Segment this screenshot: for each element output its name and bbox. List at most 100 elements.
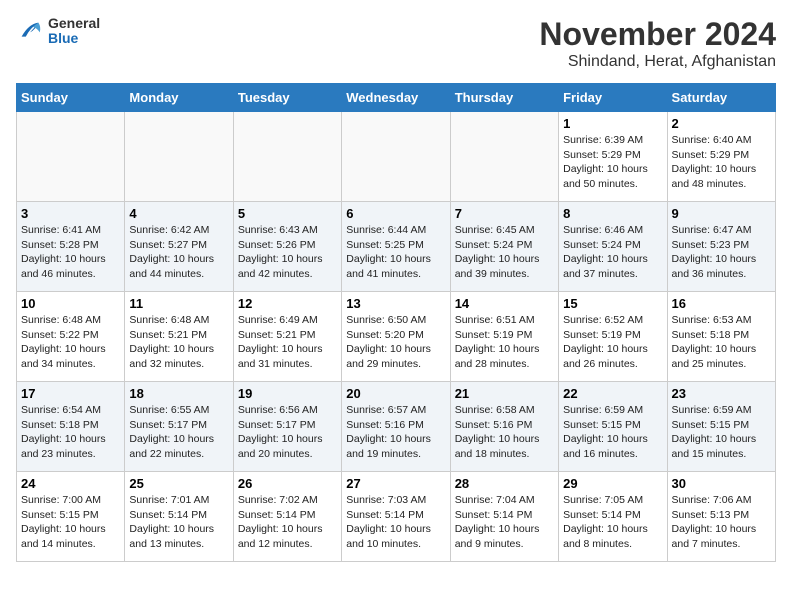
calendar-cell: 8Sunrise: 6:46 AM Sunset: 5:24 PM Daylig…	[559, 202, 667, 292]
calendar-cell: 26 Sunrise: 7:02 AM Sunset: 5:14 PM Dayli…	[233, 472, 341, 562]
calendar-cell: 9 Sunrise: 6:47 AM Sunset: 5:23 PM Daylig…	[667, 202, 775, 292]
cell-info: Sunrise: 6:57 AM Sunset: 5:16 PM Dayligh…	[346, 403, 445, 462]
calendar-cell: 13 Sunrise: 6:50 AM Sunset: 5:20 PM Dayli…	[342, 292, 450, 382]
location-title: Shindand, Herat, Afghanistan	[539, 53, 776, 71]
calendar-row: 24 Sunrise: 7:00 AM Sunset: 5:15 PM Dayli…	[17, 472, 776, 562]
logo-text: General Blue	[48, 16, 100, 47]
logo-blue: Blue	[48, 31, 100, 46]
day-number: 20	[346, 386, 445, 401]
cell-info: Sunrise: 7:06 AM Sunset: 5:13 PM Dayligh…	[672, 493, 771, 552]
calendar-cell	[450, 112, 558, 202]
cell-info: Sunrise: 6:47 AM Sunset: 5:23 PM Dayligh…	[672, 223, 771, 282]
calendar-cell	[125, 112, 233, 202]
calendar-table: SundayMondayTuesdayWednesdayThursdayFrid…	[16, 83, 776, 562]
calendar-cell: 15 Sunrise: 6:52 AM Sunset: 5:19 PM Dayli…	[559, 292, 667, 382]
day-number: 21	[455, 386, 554, 401]
cell-info: Sunrise: 6:53 AM Sunset: 5:18 PM Dayligh…	[672, 313, 771, 372]
cell-info: Sunrise: 6:48 AM Sunset: 5:22 PM Dayligh…	[21, 313, 120, 372]
calendar-cell: 3Sunrise: 6:41 AM Sunset: 5:28 PM Daylig…	[17, 202, 125, 292]
cell-info: Sunrise: 7:04 AM Sunset: 5:14 PM Dayligh…	[455, 493, 554, 552]
calendar-cell: 18Sunrise: 6:55 AM Sunset: 5:17 PM Dayli…	[125, 382, 233, 472]
day-number: 7	[455, 206, 554, 221]
logo: General Blue	[16, 16, 100, 47]
weekday-header-row: SundayMondayTuesdayWednesdayThursdayFrid…	[17, 84, 776, 112]
cell-info: Sunrise: 7:00 AM Sunset: 5:15 PM Dayligh…	[21, 493, 120, 552]
calendar-cell	[233, 112, 341, 202]
calendar-cell: 30 Sunrise: 7:06 AM Sunset: 5:13 PM Dayli…	[667, 472, 775, 562]
calendar-row: 10 Sunrise: 6:48 AM Sunset: 5:22 PM Dayli…	[17, 292, 776, 382]
calendar-cell: 20 Sunrise: 6:57 AM Sunset: 5:16 PM Dayli…	[342, 382, 450, 472]
calendar-cell: 5Sunrise: 6:43 AM Sunset: 5:26 PM Daylig…	[233, 202, 341, 292]
day-number: 17	[21, 386, 120, 401]
cell-info: Sunrise: 6:52 AM Sunset: 5:19 PM Dayligh…	[563, 313, 662, 372]
cell-info: Sunrise: 7:05 AM Sunset: 5:14 PM Dayligh…	[563, 493, 662, 552]
calendar-cell: 21Sunrise: 6:58 AM Sunset: 5:16 PM Dayli…	[450, 382, 558, 472]
logo-general: General	[48, 16, 100, 31]
day-number: 11	[129, 296, 228, 311]
cell-info: Sunrise: 7:02 AM Sunset: 5:14 PM Dayligh…	[238, 493, 337, 552]
day-number: 26	[238, 476, 337, 491]
calendar-cell: 6 Sunrise: 6:44 AM Sunset: 5:25 PM Daylig…	[342, 202, 450, 292]
day-number: 27	[346, 476, 445, 491]
weekday-header: Monday	[125, 84, 233, 112]
calendar-cell: 16 Sunrise: 6:53 AM Sunset: 5:18 PM Dayli…	[667, 292, 775, 382]
cell-info: Sunrise: 6:56 AM Sunset: 5:17 PM Dayligh…	[238, 403, 337, 462]
calendar-cell: 4 Sunrise: 6:42 AM Sunset: 5:27 PM Daylig…	[125, 202, 233, 292]
calendar-cell	[17, 112, 125, 202]
calendar-cell: 14 Sunrise: 6:51 AM Sunset: 5:19 PM Dayli…	[450, 292, 558, 382]
calendar-cell	[342, 112, 450, 202]
day-number: 9	[672, 206, 771, 221]
weekday-header: Friday	[559, 84, 667, 112]
calendar-cell: 1Sunrise: 6:39 AM Sunset: 5:29 PM Daylig…	[559, 112, 667, 202]
calendar-cell: 2Sunrise: 6:40 AM Sunset: 5:29 PM Daylig…	[667, 112, 775, 202]
cell-info: Sunrise: 6:40 AM Sunset: 5:29 PM Dayligh…	[672, 133, 771, 192]
weekday-header: Wednesday	[342, 84, 450, 112]
cell-info: Sunrise: 6:51 AM Sunset: 5:19 PM Dayligh…	[455, 313, 554, 372]
day-number: 13	[346, 296, 445, 311]
cell-info: Sunrise: 6:55 AM Sunset: 5:17 PM Dayligh…	[129, 403, 228, 462]
calendar-row: 3Sunrise: 6:41 AM Sunset: 5:28 PM Daylig…	[17, 202, 776, 292]
calendar-cell: 11Sunrise: 6:48 AM Sunset: 5:21 PM Dayli…	[125, 292, 233, 382]
calendar-cell: 27 Sunrise: 7:03 AM Sunset: 5:14 PM Dayli…	[342, 472, 450, 562]
day-number: 28	[455, 476, 554, 491]
cell-info: Sunrise: 6:44 AM Sunset: 5:25 PM Dayligh…	[346, 223, 445, 282]
weekday-header: Tuesday	[233, 84, 341, 112]
day-number: 25	[129, 476, 228, 491]
day-number: 10	[21, 296, 120, 311]
day-number: 8	[563, 206, 662, 221]
day-number: 16	[672, 296, 771, 311]
cell-info: Sunrise: 6:49 AM Sunset: 5:21 PM Dayligh…	[238, 313, 337, 372]
day-number: 24	[21, 476, 120, 491]
logo-icon	[16, 17, 44, 45]
calendar-cell: 12 Sunrise: 6:49 AM Sunset: 5:21 PM Dayli…	[233, 292, 341, 382]
calendar-row: 17 Sunrise: 6:54 AM Sunset: 5:18 PM Dayli…	[17, 382, 776, 472]
cell-info: Sunrise: 6:42 AM Sunset: 5:27 PM Dayligh…	[129, 223, 228, 282]
calendar-row: 1Sunrise: 6:39 AM Sunset: 5:29 PM Daylig…	[17, 112, 776, 202]
calendar-cell: 24 Sunrise: 7:00 AM Sunset: 5:15 PM Dayli…	[17, 472, 125, 562]
cell-info: Sunrise: 6:50 AM Sunset: 5:20 PM Dayligh…	[346, 313, 445, 372]
day-number: 15	[563, 296, 662, 311]
weekday-header: Saturday	[667, 84, 775, 112]
calendar-cell: 28 Sunrise: 7:04 AM Sunset: 5:14 PM Dayli…	[450, 472, 558, 562]
day-number: 14	[455, 296, 554, 311]
title-section: November 2024 Shindand, Herat, Afghanist…	[539, 16, 776, 71]
day-number: 12	[238, 296, 337, 311]
cell-info: Sunrise: 6:54 AM Sunset: 5:18 PM Dayligh…	[21, 403, 120, 462]
calendar-cell: 19Sunrise: 6:56 AM Sunset: 5:17 PM Dayli…	[233, 382, 341, 472]
cell-info: Sunrise: 7:01 AM Sunset: 5:14 PM Dayligh…	[129, 493, 228, 552]
cell-info: Sunrise: 6:45 AM Sunset: 5:24 PM Dayligh…	[455, 223, 554, 282]
day-number: 29	[563, 476, 662, 491]
calendar-cell: 22 Sunrise: 6:59 AM Sunset: 5:15 PM Dayli…	[559, 382, 667, 472]
calendar-cell: 23Sunrise: 6:59 AM Sunset: 5:15 PM Dayli…	[667, 382, 775, 472]
cell-info: Sunrise: 6:59 AM Sunset: 5:15 PM Dayligh…	[563, 403, 662, 462]
day-number: 3	[21, 206, 120, 221]
cell-info: Sunrise: 7:03 AM Sunset: 5:14 PM Dayligh…	[346, 493, 445, 552]
day-number: 30	[672, 476, 771, 491]
page-header: General Blue November 2024 Shindand, Her…	[16, 16, 776, 71]
calendar-cell: 7 Sunrise: 6:45 AM Sunset: 5:24 PM Daylig…	[450, 202, 558, 292]
cell-info: Sunrise: 6:59 AM Sunset: 5:15 PM Dayligh…	[672, 403, 771, 462]
day-number: 6	[346, 206, 445, 221]
weekday-header: Thursday	[450, 84, 558, 112]
day-number: 4	[129, 206, 228, 221]
day-number: 22	[563, 386, 662, 401]
